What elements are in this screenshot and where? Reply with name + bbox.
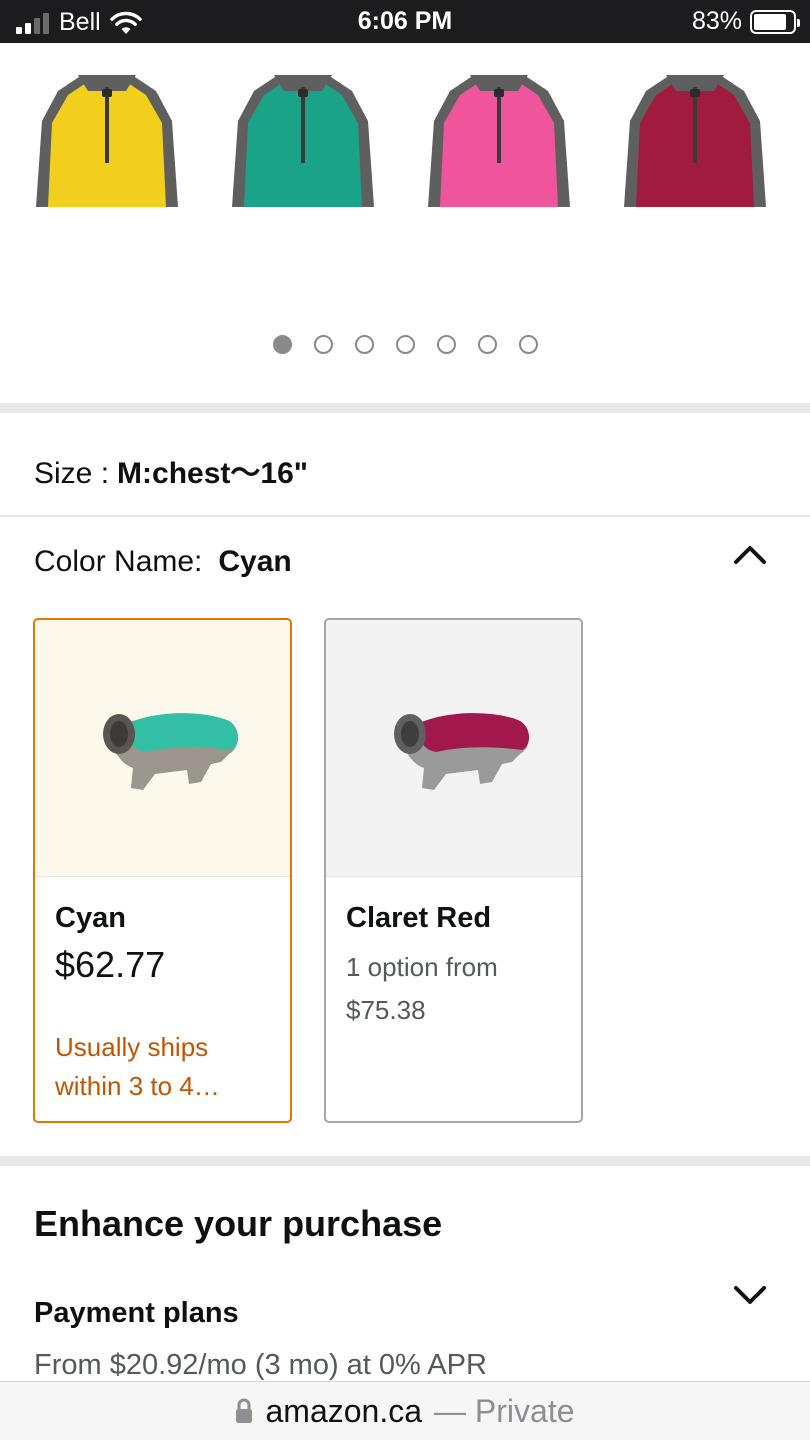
signal-icon — [16, 12, 49, 34]
wifi-icon — [109, 11, 142, 34]
url-domain: amazon.ca — [265, 1392, 423, 1429]
dog-sweater-claret-red-image — [394, 713, 530, 790]
shipping-info: Usually ships within 3 to 4… — [55, 1032, 220, 1101]
chevron-up-icon[interactable] — [730, 540, 770, 570]
private-label: — Private — [434, 1392, 575, 1429]
swatch-card-claret-red[interactable]: Claret Red 1 option from $75.38 — [324, 618, 583, 1123]
color-name-row: Color Name: Cyan — [34, 545, 292, 579]
status-bar: Bell 6:06 PM 83% — [0, 0, 810, 43]
product-image-carousel[interactable] — [0, 43, 810, 403]
lock-icon — [236, 1398, 253, 1423]
size-label: Size : — [34, 457, 110, 490]
swatch-option-text: 1 option from $75.38 — [346, 952, 498, 1025]
size-value: M:chest～16" — [117, 457, 308, 490]
color-name-label: Color Name: — [34, 545, 203, 578]
carousel-dot-6[interactable] — [477, 335, 497, 354]
carousel-dot-3[interactable] — [354, 335, 374, 354]
product-thumbnail-green[interactable] — [224, 61, 382, 213]
carousel-dot-2[interactable] — [313, 335, 333, 354]
payment-plans-heading[interactable]: Payment plans — [34, 1297, 239, 1330]
row-divider — [0, 515, 810, 517]
swatch-card-cyan[interactable]: Cyan $62.77 Usually ships within 3 to 4… — [33, 618, 292, 1123]
color-name-value: Cyan — [218, 545, 292, 578]
product-thumbnail-pink[interactable] — [420, 61, 578, 213]
section-heading: Enhance your purchase — [34, 1203, 443, 1244]
carousel-dot-4[interactable] — [395, 335, 415, 354]
dog-sweater-cyan-image — [103, 713, 239, 790]
payment-plans-summary: From $20.92/mo (3 mo) at 0% APR — [34, 1349, 487, 1381]
swatch-price: $62.77 — [55, 944, 166, 985]
swatch-name: Claret Red — [346, 902, 492, 934]
chevron-down-icon[interactable] — [730, 1280, 770, 1310]
carousel-pagination[interactable] — [0, 335, 810, 354]
battery-icon — [750, 9, 800, 34]
section-divider — [0, 1156, 810, 1166]
product-thumbnail-yellow[interactable] — [28, 61, 186, 213]
carousel-dot-5[interactable] — [436, 335, 456, 354]
size-selector[interactable]: Size : M:chest～16" — [34, 448, 308, 492]
swatch-image-claret-red — [326, 620, 581, 877]
battery-percent: 83% — [691, 7, 742, 35]
product-thumbnail-maroon[interactable] — [616, 61, 774, 213]
section-divider — [0, 403, 810, 413]
carrier-name: Bell — [59, 8, 101, 36]
browser-url-bar[interactable]: amazon.ca — Private — [0, 1381, 810, 1440]
swatch-name: Cyan — [55, 902, 126, 934]
carousel-dot-1[interactable] — [272, 335, 292, 354]
swatch-image-cyan — [35, 620, 290, 877]
carousel-dot-7[interactable] — [518, 335, 538, 354]
